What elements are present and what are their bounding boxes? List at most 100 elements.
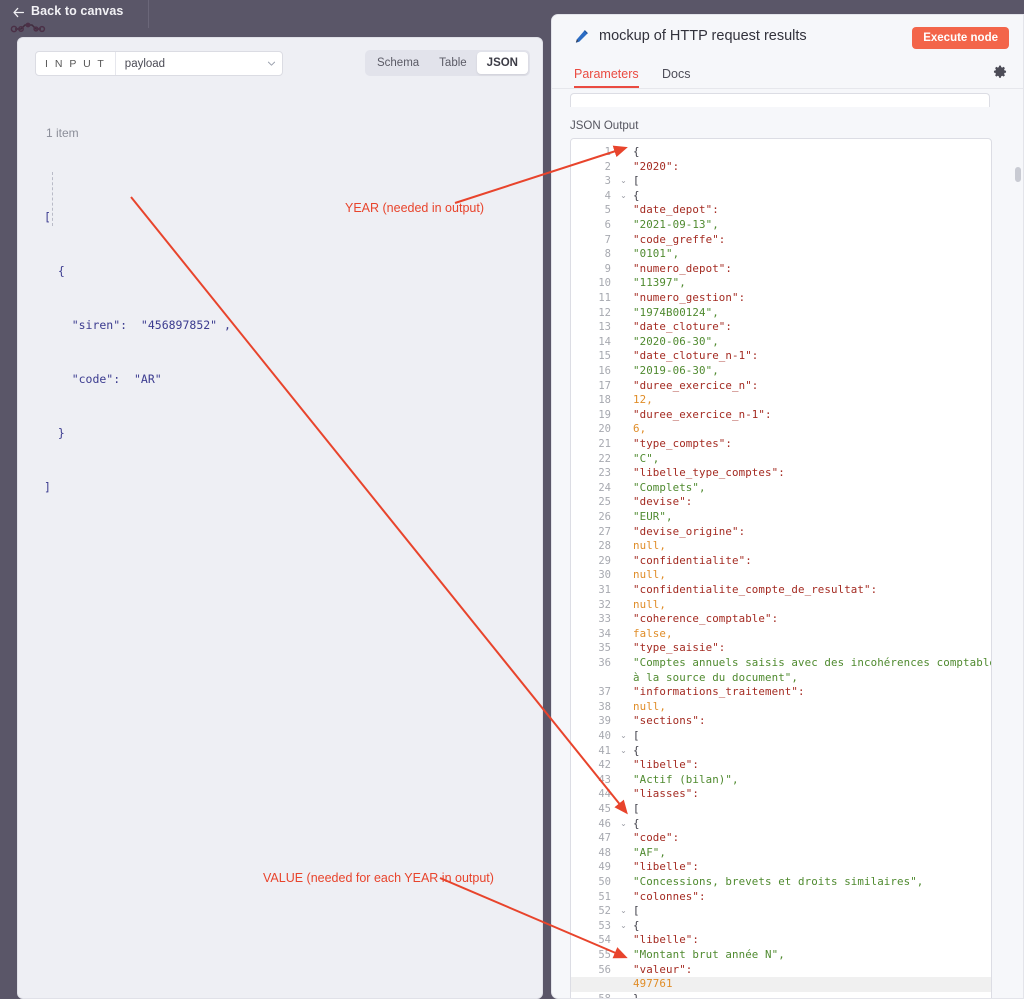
editor-line-number: 50: [598, 876, 611, 888]
editor-line-number: 17: [598, 379, 611, 392]
editor-code-line: "libelle":: [633, 860, 700, 874]
editor-code-line: "Concessions, brevets et droits similair…: [633, 875, 924, 888]
editor-code-line: [: [633, 904, 640, 918]
fold-chevron-icon[interactable]: ⌄: [619, 919, 628, 934]
editor-code-line: null,: [633, 699, 667, 713]
editor-line-number: 13: [598, 321, 611, 334]
fold-chevron-icon[interactable]: ⌄: [619, 802, 628, 817]
editor-code-line: "libelle":: [633, 933, 700, 947]
editor-line-number: 42: [598, 759, 611, 772]
editor-line-number: 37: [598, 686, 611, 699]
editor-code-line: "confidentialite_compte_de_resultat":: [633, 583, 878, 596]
n8n-logo-icon[interactable]: [10, 17, 50, 37]
json-output-label: JSON Output: [570, 120, 639, 132]
editor-line-number: 51: [598, 890, 611, 903]
editor-line-number: 25: [598, 496, 611, 509]
execute-node-button[interactable]: Execute node: [912, 27, 1009, 49]
editor-line-number: 31: [598, 584, 611, 596]
editor-code-line: "1974B00124",: [633, 305, 719, 319]
editor-code-line: "date_cloture":: [633, 320, 733, 334]
input-item-count: 1 item: [46, 126, 79, 140]
editor-code-line: "0101",: [633, 247, 680, 261]
editor-line-number: 14: [598, 335, 611, 348]
editor-code-line: 6,: [633, 422, 647, 436]
toolbar-divider: [148, 0, 149, 28]
fold-chevron-icon[interactable]: ⌄: [619, 817, 628, 832]
editor-code-line: "EUR",: [633, 510, 673, 523]
editor-line-number: 15: [598, 350, 611, 363]
editor-code-line: },: [633, 991, 647, 999]
editor-code-line: "valeur":: [633, 962, 693, 976]
editor-line-number: 44: [598, 788, 611, 801]
input-json-line: }: [44, 426, 65, 440]
editor-line-number: 26: [598, 511, 611, 523]
editor-line-number: 43: [598, 773, 611, 786]
editor-line-number: 52: [598, 905, 611, 918]
input-source-select[interactable]: I N P U T payload: [35, 51, 283, 76]
editor-code-line: "2020":: [633, 159, 680, 173]
input-json-line: "siren": "456897852" ,: [44, 318, 231, 332]
tab-docs[interactable]: Docs: [662, 61, 690, 87]
chevron-down-icon[interactable]: [260, 52, 282, 75]
fold-chevron-icon[interactable]: ⌄: [619, 744, 628, 759]
editor-line-number: 53: [598, 919, 611, 932]
editor-line-number: 30: [598, 569, 611, 582]
gear-icon[interactable]: [993, 65, 1007, 79]
editor-code-line: "code":: [633, 831, 680, 845]
node-tabs: Parameters Docs: [552, 61, 1023, 89]
editor-line-number: 29: [598, 554, 611, 567]
editor-code-line: "confidentialite":: [633, 553, 752, 567]
editor-line-number: 18: [598, 394, 611, 407]
input-view-switcher: Schema Table JSON: [364, 50, 530, 76]
editor-code-line: "informations_traitement":: [633, 685, 805, 699]
ndv-scrollbar-thumb[interactable]: [1015, 167, 1021, 182]
editor-line-number: 55: [598, 949, 611, 961]
fold-chevron-icon[interactable]: ⌄: [619, 729, 628, 744]
back-to-canvas-button[interactable]: Back to canvas: [12, 4, 123, 18]
editor-line-number: 35: [598, 642, 611, 655]
editor-line-number: 48: [598, 846, 611, 859]
editor-code-area[interactable]: {"2020":[{"date_depot": "2021-09-13", "cod…: [629, 139, 991, 999]
editor-code-line: "C",: [633, 451, 660, 465]
editor-code-line: {: [633, 743, 640, 757]
editor-line-number: 22: [598, 452, 611, 465]
editor-line-number: 49: [598, 861, 611, 874]
parameter-field-cutoff[interactable]: [570, 93, 990, 107]
ndv-scrollbar-track[interactable]: [1013, 89, 1023, 998]
editor-code-line: {: [633, 816, 640, 830]
input-json-line: {: [44, 264, 65, 278]
editor-line-number: 7: [604, 233, 611, 246]
pencil-icon[interactable]: [574, 29, 589, 44]
editor-code-line: "libelle":: [633, 758, 700, 772]
editor-line-number: 16: [598, 365, 611, 377]
editor-code-line: "devise_origine":: [633, 524, 746, 538]
editor-line-number: 8: [604, 248, 611, 261]
editor-code-line: "duree_exercice_n":: [633, 378, 759, 392]
tab-table[interactable]: Table: [429, 52, 477, 74]
input-json-line: ]: [44, 480, 51, 494]
editor-code-line: "type_saisie":: [633, 641, 726, 655]
editor-code-line: "numero_gestion":: [633, 291, 746, 304]
fold-chevron-icon[interactable]: ⌄: [619, 904, 628, 919]
tab-json[interactable]: JSON: [476, 52, 528, 74]
annotation-value-label: VALUE (needed for each YEAR in output): [263, 871, 494, 885]
editor-code-line: null,: [633, 539, 667, 553]
editor-code-line: false,: [633, 626, 673, 640]
tab-schema[interactable]: Schema: [367, 52, 429, 74]
tab-parameters[interactable]: Parameters: [574, 61, 639, 88]
editor-line-number: 38: [598, 700, 611, 713]
editor-line-number: 34: [598, 627, 611, 640]
fold-chevron-icon[interactable]: ⌄: [619, 189, 628, 204]
editor-line-number: 21: [598, 438, 611, 450]
fold-chevron-icon[interactable]: ⌄: [619, 174, 628, 189]
editor-line-number: 24: [598, 481, 611, 494]
editor-code-line: "2020-06-30",: [633, 334, 719, 348]
editor-line-number: 19: [598, 408, 611, 421]
editor-code-line: "devise":: [633, 495, 693, 509]
editor-code-line: [: [633, 729, 640, 742]
editor-line-number: 46: [598, 817, 611, 830]
json-output-editor[interactable]: 1 2 3 4 5 6 7 8 9 10 11 12 13 14 15 16 17 18 19 20 21 22 23 24 2…: [570, 138, 992, 999]
editor-code-line: "code_greffe":: [633, 232, 726, 246]
annotation-year-label: YEAR (needed in output): [345, 201, 484, 215]
editor-code-line: {: [633, 145, 640, 158]
